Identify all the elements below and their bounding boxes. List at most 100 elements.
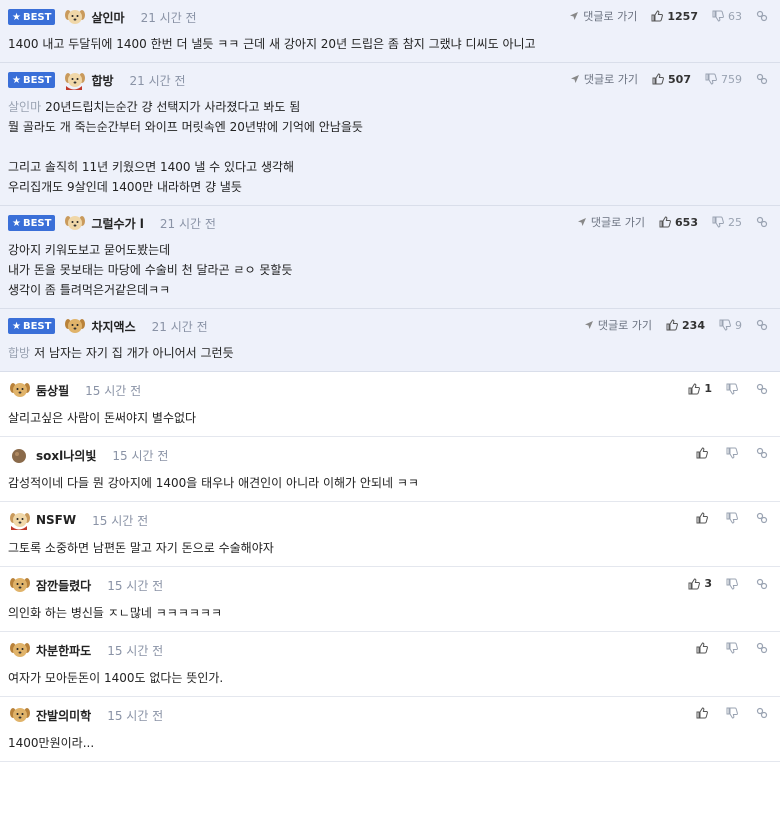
timestamp: 21 시간 전: [129, 73, 186, 88]
comment-item: ★ BEST 합방 21 시간 전 댓글로 가기 507 759 살인마 20년드립치는순간 걍…: [0, 63, 780, 206]
downvote-button[interactable]: 9: [719, 319, 742, 332]
share-link-button[interactable]: [756, 642, 768, 654]
puppy-gold-avatar[interactable]: [8, 574, 32, 596]
ball-avatar[interactable]: [8, 444, 32, 466]
comment-line: 내가 돈을 못보태는 마당에 수술비 천 달라곤 ㄹㅇ 못할듯: [8, 260, 772, 280]
upvote-button[interactable]: 1257: [651, 10, 698, 23]
nickname[interactable]: 합방: [91, 72, 113, 89]
comment-item: 둠상필 15 시간 전 1 살리고싶은 사람이 돈써야지 별수없다: [0, 372, 780, 437]
puppy-cape-avatar[interactable]: [8, 509, 32, 531]
upvote-button[interactable]: [696, 447, 712, 459]
puppy-gold-avatar[interactable]: [63, 315, 87, 337]
comment-line: 뭘 골라도 개 죽는순간부터 와이프 머릿속엔 20년밖에 기억에 안남을듯: [8, 117, 772, 137]
downvote-button[interactable]: [726, 642, 742, 654]
comment-item: NSFW 15 시간 전 그토록 소중하면 남편돈 말고 자기 돈으로 수술해야자: [0, 502, 780, 567]
comment-text: 그리고 솔직히 11년 키웠으면 1400 낼 수 있다고 생각해: [8, 160, 295, 174]
upvote-button[interactable]: 653: [659, 216, 698, 229]
share-link-button[interactable]: [756, 447, 768, 459]
comment-item: ★ BEST 살인마 21 시간 전 댓글로 가기 1257 63 1400 내고 두달뒤에 …: [0, 0, 780, 63]
upvote-count: 507: [668, 72, 691, 86]
downvote-button[interactable]: [726, 578, 742, 590]
mention-link[interactable]: 합방: [8, 346, 30, 360]
comment-header: 둠상필 15 시간 전: [8, 372, 772, 408]
best-badge: ★ BEST: [8, 318, 56, 334]
downvote-button[interactable]: 63: [712, 10, 742, 23]
downvote-button[interactable]: [726, 512, 742, 524]
thumbs-up-icon: [688, 382, 701, 395]
upvote-count: 1: [704, 382, 712, 395]
comment-text: 생각이 좀 틀려먹은거같은데ㅋㅋ: [8, 283, 171, 297]
puppy-gold-avatar[interactable]: [8, 639, 32, 661]
mention-link[interactable]: 살인마: [8, 100, 41, 114]
nickname[interactable]: 차분한파도: [36, 642, 91, 659]
upvote-button[interactable]: 1: [688, 382, 712, 395]
puppy-cape-avatar[interactable]: [63, 69, 87, 91]
comment-header: 잠깐들렸다 15 시간 전: [8, 567, 772, 603]
comment-line: 감성적이네 다들 뭔 강아지에 1400을 태우나 애견인이 아니라 이해가 안…: [8, 473, 772, 493]
comment-header: 차분한파도 15 시간 전: [8, 632, 772, 668]
upvote-count: 1257: [667, 9, 698, 23]
downvote-count: 63: [728, 9, 742, 23]
downvote-button[interactable]: 759: [705, 73, 742, 86]
nickname[interactable]: 잠깐들렸다: [36, 577, 91, 594]
nickname[interactable]: 잔발의미학: [36, 707, 91, 724]
puppy-avatar[interactable]: [63, 212, 87, 234]
go-to-reply-link[interactable]: 댓글로 가기: [577, 214, 645, 230]
upvote-button[interactable]: 3: [688, 577, 712, 590]
comment-actions: 1: [688, 382, 768, 395]
go-to-reply-link[interactable]: 댓글로 가기: [584, 317, 652, 333]
upvote-button[interactable]: 507: [652, 73, 691, 86]
puppy-avatar[interactable]: [63, 6, 87, 28]
nickname[interactable]: 차지액스: [91, 318, 135, 335]
comment-line: 합방 저 남자는 자기 집 개가 아니어서 그런듯: [8, 343, 772, 363]
comment-line: 우리집개도 9살인데 1400만 내라하면 걍 낼듯: [8, 177, 772, 197]
thumbs-down-icon: [726, 578, 738, 590]
thumbs-up-icon: [666, 319, 678, 331]
comment-text: 20년드립치는순간 걍 선택지가 사라졌다고 봐도 됨: [45, 100, 301, 114]
puppy-gold-avatar[interactable]: [8, 379, 32, 401]
comment-actions: [696, 512, 768, 524]
comment-line: 그토록 소중하면 남편돈 말고 자기 돈으로 수술해야자: [8, 538, 772, 558]
downvote-button[interactable]: [726, 447, 742, 459]
nickname[interactable]: NSFW: [36, 513, 76, 527]
link-icon: [756, 642, 768, 654]
comment-line: 의인화 하는 병신들 ㅈㄴ많네 ㅋㅋㅋㅋㅋㅋ: [8, 603, 772, 623]
best-badge: ★ BEST: [8, 215, 56, 231]
puppy-gold-avatar[interactable]: [8, 704, 32, 726]
link-icon: [756, 512, 768, 524]
comment-item: 잠깐들렸다 15 시간 전 3 의인화 하는 병신들 ㅈㄴ많네 ㅋㅋㅋㅋㅋㅋ: [0, 567, 780, 632]
comment-text: 우리집개도 9살인데 1400만 내라하면 걍 낼듯: [8, 180, 242, 194]
nickname[interactable]: soxl나의빛: [36, 447, 96, 464]
link-icon: [756, 216, 768, 228]
best-badge: ★ BEST: [8, 9, 56, 25]
thumbs-up-icon: [696, 512, 708, 524]
share-link-button[interactable]: [756, 319, 768, 331]
nickname[interactable]: 둠상필: [36, 382, 69, 399]
downvote-button[interactable]: 25: [712, 216, 742, 229]
upvote-button[interactable]: [696, 642, 712, 654]
comment-line: 생각이 좀 틀려먹은거같은데ㅋㅋ: [8, 280, 772, 300]
share-link-button[interactable]: [756, 73, 768, 85]
upvote-button[interactable]: [696, 707, 712, 719]
share-link-button[interactable]: [756, 707, 768, 719]
upvote-button[interactable]: [696, 512, 712, 524]
share-link-button[interactable]: [756, 10, 768, 22]
share-link-button[interactable]: [756, 383, 768, 395]
upvote-button[interactable]: 234: [666, 319, 705, 332]
go-to-reply-link[interactable]: 댓글로 가기: [569, 8, 637, 24]
timestamp: 21 시간 전: [159, 216, 216, 231]
reply-label: 댓글로 가기: [597, 319, 653, 332]
nickname[interactable]: 살인마: [91, 9, 124, 26]
nickname[interactable]: 그럴수가 l: [91, 215, 143, 232]
go-to-reply-link[interactable]: 댓글로 가기: [570, 71, 638, 87]
comment-actions: [696, 447, 768, 459]
comment-body: 강아지 키워도보고 묻어도봤는데 내가 돈을 못보태는 마당에 수술비 천 달라곤…: [8, 240, 772, 308]
downvote-button[interactable]: [726, 383, 742, 395]
share-link-button[interactable]: [756, 512, 768, 524]
share-link-button[interactable]: [756, 578, 768, 590]
comment-actions: [696, 642, 768, 654]
comment-line: 그리고 솔직히 11년 키웠으면 1400 낼 수 있다고 생각해: [8, 157, 772, 177]
downvote-button[interactable]: [726, 707, 742, 719]
comment-text: 의인화 하는 병신들 ㅈㄴ많네 ㅋㅋㅋㅋㅋㅋ: [8, 606, 222, 620]
share-link-button[interactable]: [756, 216, 768, 228]
